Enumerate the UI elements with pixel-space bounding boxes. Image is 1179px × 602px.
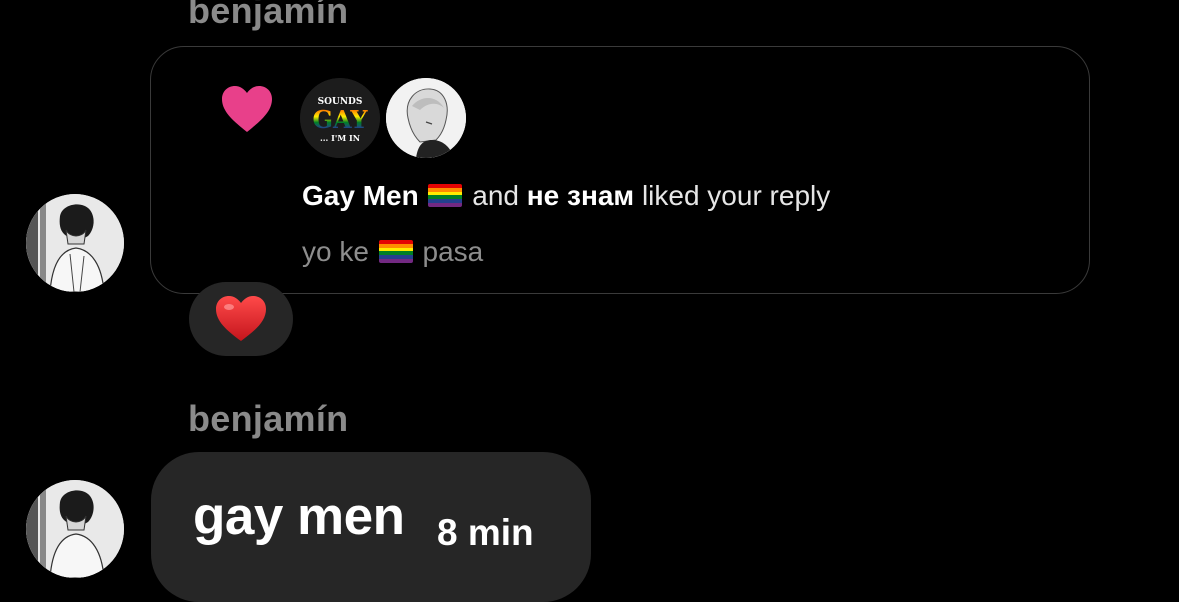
liker-1-name[interactable]: Gay Men [302,180,419,211]
message-timestamp: 8 min [437,512,534,553]
liker-2-name[interactable]: не знам [527,180,634,211]
reply-text-before: yo ke [302,236,369,267]
like-notification-text: Gay Men and не знам liked your reply [302,180,830,212]
sender-name-bottom: benjamín [188,398,349,439]
like-notification-card[interactable] [150,46,1090,294]
sender-name-top: benjamín [188,0,349,31]
avatar[interactable] [26,194,124,292]
badge-line3: ... I'M IN [320,133,360,143]
rainbow-flag-icon [378,240,413,263]
replied-message-preview: yo ke pasa [302,236,483,268]
avatar[interactable] [26,480,124,578]
liker-avatar-gay-men[interactable]: SOUNDS GAY ... I'M IN [300,78,380,158]
connector-text: and [472,180,519,211]
message-reaction[interactable] [189,282,293,356]
action-text: liked your reply [641,180,831,211]
message-bubble[interactable]: gay men 8 min [151,452,591,602]
liker-avatar-ne-znam[interactable] [386,78,466,158]
heart-icon [222,86,272,132]
reply-text-after: pasa [422,236,484,267]
rainbow-flag-icon [428,184,463,207]
red-heart-icon [216,296,266,341]
message-text: gay men [193,487,405,546]
badge-line2: GAY [312,105,368,134]
